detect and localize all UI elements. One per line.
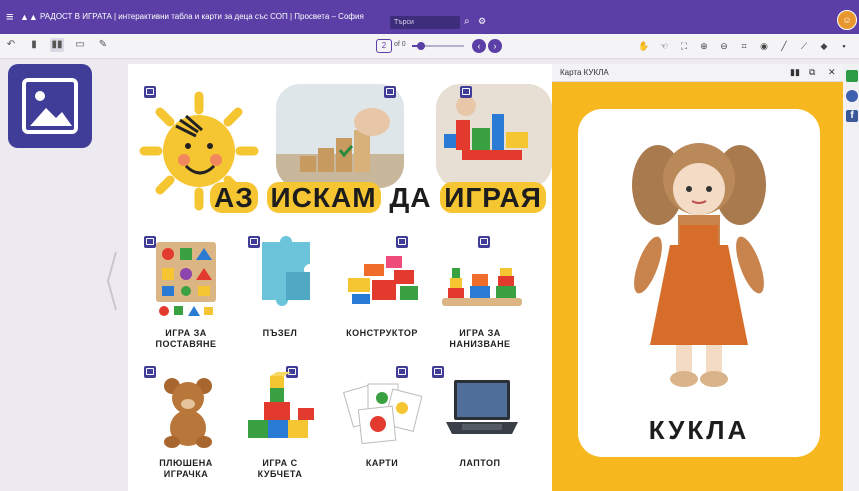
image-icon[interactable] <box>396 366 408 378</box>
gear-icon[interactable]: ⚙ <box>478 16 486 27</box>
heading-word-3: ДА <box>389 182 432 213</box>
pointer-icon[interactable]: ☜ <box>657 39 671 53</box>
search-icon[interactable]: ⌕ <box>464 16 470 27</box>
item-label: ПЛЮШЕНА <box>159 458 213 468</box>
stacking-rings-image <box>442 268 522 306</box>
item-cubes[interactable]: ИГРА С КУБЧЕТА <box>232 366 328 486</box>
image-gallery-icon[interactable] <box>8 64 92 148</box>
item-laptop[interactable]: ЛАПТОП <box>432 366 528 486</box>
heading-word-4: ИГРАЯ <box>440 182 546 213</box>
app-title: РАДОСТ В ИГРАТА | интерактивни табла и к… <box>40 12 364 21</box>
facebook-icon[interactable]: f <box>846 110 858 122</box>
image-icon[interactable] <box>396 236 408 248</box>
eraser-icon[interactable]: ◆ <box>817 39 831 53</box>
stacking-blocks-photo <box>276 84 404 188</box>
picture-glyph <box>30 91 72 126</box>
right-sidebar: f <box>843 64 859 491</box>
item-label: ИГРА С <box>262 458 298 468</box>
back-icon[interactable]: ↶ <box>4 38 18 52</box>
image-icon[interactable] <box>144 86 156 98</box>
prev-page-button[interactable]: ‹ <box>472 39 486 53</box>
chevron-left-icon[interactable] <box>106 250 118 312</box>
zoom-out-icon[interactable]: ⊖ <box>717 39 731 53</box>
card-face: КУКЛА <box>578 109 820 457</box>
item-stacking[interactable]: ИГРА ЗА НАНИЗВАНЕ <box>432 236 528 356</box>
item-label: ЛАПТОП <box>459 458 501 468</box>
image-icon[interactable] <box>144 366 156 378</box>
card-header: Карта КУКЛА ▮▮ ⧉ ✕ <box>552 64 843 82</box>
avatar[interactable]: ☺ <box>837 10 857 30</box>
app-header: ≡ ▲▲ РАДОСТ В ИГРАТА | интерактивни табл… <box>0 0 859 34</box>
hand-icon[interactable]: ✋ <box>637 39 651 53</box>
heading-word-1: АЗ <box>210 182 258 213</box>
image-icon[interactable] <box>460 86 472 98</box>
image-frame <box>22 78 78 134</box>
item-plush-toy[interactable]: ПЛЮШЕНА ИГРАЧКА <box>138 366 234 486</box>
item-label-2: КУБЧЕТА <box>257 469 303 479</box>
puzzle-image <box>262 236 310 306</box>
people-icon[interactable] <box>846 70 858 82</box>
pen-icon[interactable]: ╱ <box>777 39 791 53</box>
item-label-2: ПОСТАВЯНЕ <box>155 339 217 349</box>
highlighter-icon[interactable]: ⟋ <box>797 39 811 53</box>
item-construction[interactable]: КОНСТРУКТОР <box>334 236 430 356</box>
item-cards[interactable]: КАРТИ <box>334 366 430 486</box>
open-external-icon[interactable]: ⧉ <box>809 67 815 78</box>
edit-icon[interactable]: ✎ <box>96 38 110 52</box>
loose-shapes-image <box>159 306 213 316</box>
page-number-input[interactable]: 2 <box>376 39 392 53</box>
item-label: КАРТИ <box>365 458 399 468</box>
item-label-2: ИГРАЧКА <box>163 469 209 479</box>
crop-icon[interactable]: ⌗ <box>737 39 751 53</box>
item-shape-sorter[interactable]: ИГРА ЗА ПОСТАВЯНЕ <box>138 236 234 356</box>
toolbar: ↶ ▮ ▮▮ ▭ ✎ 2 of 0 ‹ › ✋ ☜ ⛶ ⊕ ⊖ ⌗ ◉ ╱ ⟋ … <box>0 34 859 59</box>
item-label-2: НАНИЗВАНЕ <box>449 339 511 349</box>
shape-sorter-image <box>156 242 216 302</box>
item-label: КОНСТРУКТОР <box>346 328 418 338</box>
fullscreen-icon[interactable]: ⛶ <box>677 39 691 53</box>
eye-icon[interactable]: ◉ <box>757 39 771 53</box>
page-heading: АЗ ИСКАМ ДА ИГРАЯ <box>210 182 546 218</box>
card-viewer: Карта КУКЛА ▮▮ ⧉ ✕ КУКЛА <box>552 64 843 491</box>
item-label: ПЪЗЕЛ <box>262 328 298 338</box>
laptop-image <box>446 380 518 434</box>
cubes-image <box>248 372 314 438</box>
zoom-slider[interactable] <box>412 42 464 50</box>
item-label: ИГРА ЗА <box>165 328 207 338</box>
zoom-slider-handle[interactable] <box>417 42 426 50</box>
teddy-bear-image <box>164 378 212 448</box>
split-view-icon[interactable]: ▮▮ <box>790 67 800 78</box>
spread-icon[interactable]: ▭ <box>73 38 87 52</box>
publisher-logo: ▲▲ <box>20 12 38 22</box>
image-icon[interactable] <box>384 86 396 98</box>
globe-icon[interactable] <box>846 90 858 102</box>
construction-blocks-image <box>348 256 418 304</box>
zoom-in-icon[interactable]: ⊕ <box>697 39 711 53</box>
card-word: КУКЛА <box>648 415 750 445</box>
item-label: ИГРА ЗА <box>459 328 501 338</box>
building-toy-photo <box>436 84 552 188</box>
board-page: АЗ ИСКАМ ДА ИГРАЯ ИГРА ЗА ПОСТАВЯНЕ ПЪЗЕ… <box>128 64 552 491</box>
page-count: of 0 <box>394 41 406 48</box>
close-icon[interactable]: ✕ <box>828 67 836 78</box>
next-page-button[interactable]: › <box>488 39 502 53</box>
double-page-icon[interactable]: ▮▮ <box>50 38 64 52</box>
item-puzzle[interactable]: ПЪЗЕЛ <box>232 236 328 356</box>
flash-cards-image <box>342 383 423 445</box>
search-input[interactable]: Търси <box>390 16 460 29</box>
image-icon[interactable] <box>478 236 490 248</box>
card-window-title: Карта КУКЛА <box>560 68 609 77</box>
hamburger-icon[interactable]: ≡ <box>6 10 14 23</box>
single-page-icon[interactable]: ▮ <box>27 38 41 52</box>
heading-word-2: ИСКАМ <box>266 182 381 213</box>
doll-image <box>632 143 766 387</box>
more-icon[interactable]: ▪ <box>837 39 851 53</box>
